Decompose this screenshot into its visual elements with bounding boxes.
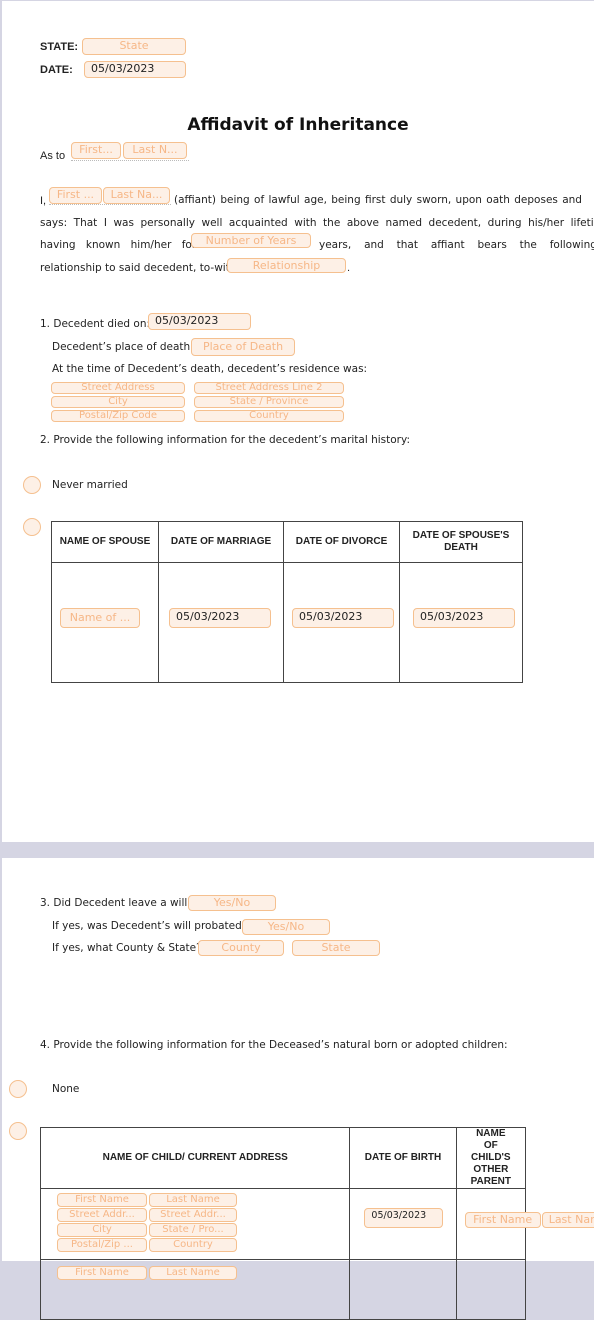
probated-label: If yes, was Decedent’s will probated? bbox=[52, 920, 248, 932]
affiant-text-line2: says: That I was personally well acquain… bbox=[40, 217, 594, 229]
header-name-of-child: NAME OF CHILD/ CURRENT ADDRESS bbox=[39, 1127, 351, 1189]
no-children-label: None bbox=[52, 1083, 80, 1095]
relationship-field[interactable]: Relationship bbox=[227, 258, 346, 273]
residence-city-field[interactable]: City bbox=[51, 396, 185, 408]
affiant-text-line3b: years, and that affiant bears the follow… bbox=[319, 239, 594, 251]
will-state-field[interactable]: State bbox=[292, 940, 380, 956]
other-parent-last-name-field[interactable]: Last Name bbox=[541, 1212, 594, 1228]
spouse-table-header: NAME OF SPOUSE DATE OF MARRIAGE DATE OF … bbox=[51, 521, 523, 563]
will-field[interactable]: Yes/No bbox=[188, 895, 276, 911]
as-to-last-name-field[interactable]: Last N... bbox=[123, 142, 187, 159]
spouse-name-cell: Name of ... bbox=[51, 562, 159, 683]
table-row: First Name Last Name bbox=[39, 1259, 527, 1320]
children-table-header: NAME OF CHILD/ CURRENT ADDRESS DATE OF B… bbox=[39, 1127, 527, 1189]
as-to-label: As to bbox=[40, 150, 66, 162]
child-dob-cell: 05/03/2023 bbox=[349, 1188, 457, 1260]
spouse-table: NAME OF SPOUSE DATE OF MARRIAGE DATE OF … bbox=[51, 521, 523, 683]
affiant-first-name-field[interactable]: First ... bbox=[49, 187, 102, 204]
child-country-field[interactable]: Country bbox=[149, 1238, 237, 1252]
page-title: Affidavit of Inheritance bbox=[187, 115, 409, 135]
marriage-date-cell: 05/03/2023 bbox=[158, 562, 284, 683]
child-city-field[interactable]: City bbox=[57, 1223, 147, 1237]
died-on-field[interactable]: 05/03/2023 bbox=[148, 313, 251, 330]
child-zip-field[interactable]: Postal/Zip ... bbox=[57, 1238, 147, 1252]
child-name-address-cell: First Name Last Name Street Addr... Stre… bbox=[39, 1188, 351, 1260]
never-married-label: Never married bbox=[52, 479, 128, 491]
divorce-date-cell: 05/03/2023 bbox=[283, 562, 400, 683]
child-dob-field[interactable]: 05/03/2023 bbox=[364, 1208, 444, 1228]
child-last-name-field[interactable]: Last Name bbox=[149, 1193, 237, 1207]
header-name-of-spouse: NAME OF SPOUSE bbox=[51, 521, 159, 563]
other-parent-cell bbox=[455, 1259, 527, 1320]
child-street-field[interactable]: Street Addr... bbox=[57, 1208, 147, 1222]
child-street2-field[interactable]: Street Addr... bbox=[149, 1208, 237, 1222]
married-radio[interactable] bbox=[23, 518, 41, 536]
header-other-parent: NAME OF CHILD'S OTHER PARENT bbox=[455, 1127, 527, 1189]
never-married-radio[interactable] bbox=[23, 476, 41, 494]
place-of-death-label: Decedent’s place of death: bbox=[52, 341, 194, 353]
child-first-name-field[interactable]: First Name bbox=[57, 1266, 147, 1280]
page-2: 3. Did Decedent leave a will? Yes/No If … bbox=[2, 858, 594, 1320]
affiant-text-line1: (affiant) being of lawful age, being fir… bbox=[174, 194, 582, 206]
spouse-death-date-field[interactable]: 05/03/2023 bbox=[413, 608, 515, 628]
died-on-label: 1. Decedent died on: bbox=[40, 318, 151, 330]
header-date-of-birth: DATE OF BIRTH bbox=[349, 1127, 457, 1189]
spouse-name-field[interactable]: Name of ... bbox=[60, 608, 140, 628]
child-dob-cell bbox=[349, 1259, 457, 1320]
other-parent-first-name-field[interactable]: First Name bbox=[464, 1212, 541, 1228]
marital-history-label: 2. Provide the following information for… bbox=[40, 434, 410, 446]
county-state-label: If yes, what County & State? bbox=[52, 942, 202, 954]
will-label: 3. Did Decedent leave a will? bbox=[40, 897, 193, 909]
probated-field[interactable]: Yes/No bbox=[242, 919, 330, 935]
child-last-name-field[interactable]: Last Name bbox=[149, 1266, 237, 1280]
date-label: DATE: bbox=[40, 64, 73, 76]
residence-state-field[interactable]: State / Province bbox=[194, 396, 344, 408]
years-known-field[interactable]: Number of Years bbox=[191, 233, 311, 248]
spouse-death-date-cell: 05/03/2023 bbox=[399, 562, 523, 683]
marriage-date-field[interactable]: 05/03/2023 bbox=[169, 608, 271, 628]
page-1: STATE: State DATE: 05/03/2023 Affidavit … bbox=[2, 1, 594, 842]
child-first-name-field[interactable]: First Name bbox=[57, 1193, 147, 1207]
header-date-of-spouse-death: DATE OF SPOUSE'S DEATH bbox=[399, 521, 523, 563]
state-field[interactable]: State bbox=[82, 38, 186, 55]
residence-street-field[interactable]: Street Address bbox=[51, 382, 185, 394]
date-field[interactable]: 05/03/2023 bbox=[84, 61, 186, 78]
state-label: STATE: bbox=[40, 41, 79, 53]
affiant-suffix: . bbox=[347, 262, 351, 274]
no-children-radio[interactable] bbox=[9, 1080, 27, 1098]
table-row: First Name Last Name Street Addr... Stre… bbox=[39, 1188, 594, 1260]
child-name-address-cell: First Name Last Name bbox=[39, 1259, 351, 1320]
children-table: NAME OF CHILD/ CURRENT ADDRESS DATE OF B… bbox=[39, 1127, 594, 1320]
residence-country-field[interactable]: Country bbox=[194, 410, 344, 422]
child-state-field[interactable]: State / Pro... bbox=[149, 1223, 237, 1237]
as-to-underline bbox=[71, 160, 189, 161]
affiant-text-line3a: having known him/her for bbox=[40, 239, 197, 251]
affiant-underline bbox=[49, 204, 171, 205]
table-row: Name of ... 05/03/2023 05/03/2023 05/03/… bbox=[51, 562, 523, 683]
divorce-date-field[interactable]: 05/03/2023 bbox=[292, 608, 394, 628]
header-date-of-divorce: DATE OF DIVORCE bbox=[283, 521, 400, 563]
will-county-field[interactable]: County bbox=[198, 940, 284, 956]
other-parent-cell: First Name Last Name bbox=[455, 1188, 594, 1260]
place-of-death-field[interactable]: Place of Death bbox=[191, 338, 295, 356]
affiant-last-name-field[interactable]: Last Na... bbox=[103, 187, 170, 204]
residence-street2-field[interactable]: Street Address Line 2 bbox=[194, 382, 344, 394]
affiant-prefix: I, bbox=[40, 195, 47, 207]
affiant-text-line4: relationship to said decedent, to-wit: bbox=[40, 262, 234, 274]
residence-label: At the time of Decedent’s death, deceden… bbox=[52, 363, 368, 375]
children-label: 4. Provide the following information for… bbox=[40, 1039, 508, 1051]
has-children-radio[interactable] bbox=[9, 1122, 27, 1140]
header-date-of-marriage: DATE OF MARRIAGE bbox=[158, 521, 284, 563]
residence-zip-field[interactable]: Postal/Zip Code bbox=[51, 410, 185, 422]
as-to-first-name-field[interactable]: First... bbox=[71, 142, 121, 159]
